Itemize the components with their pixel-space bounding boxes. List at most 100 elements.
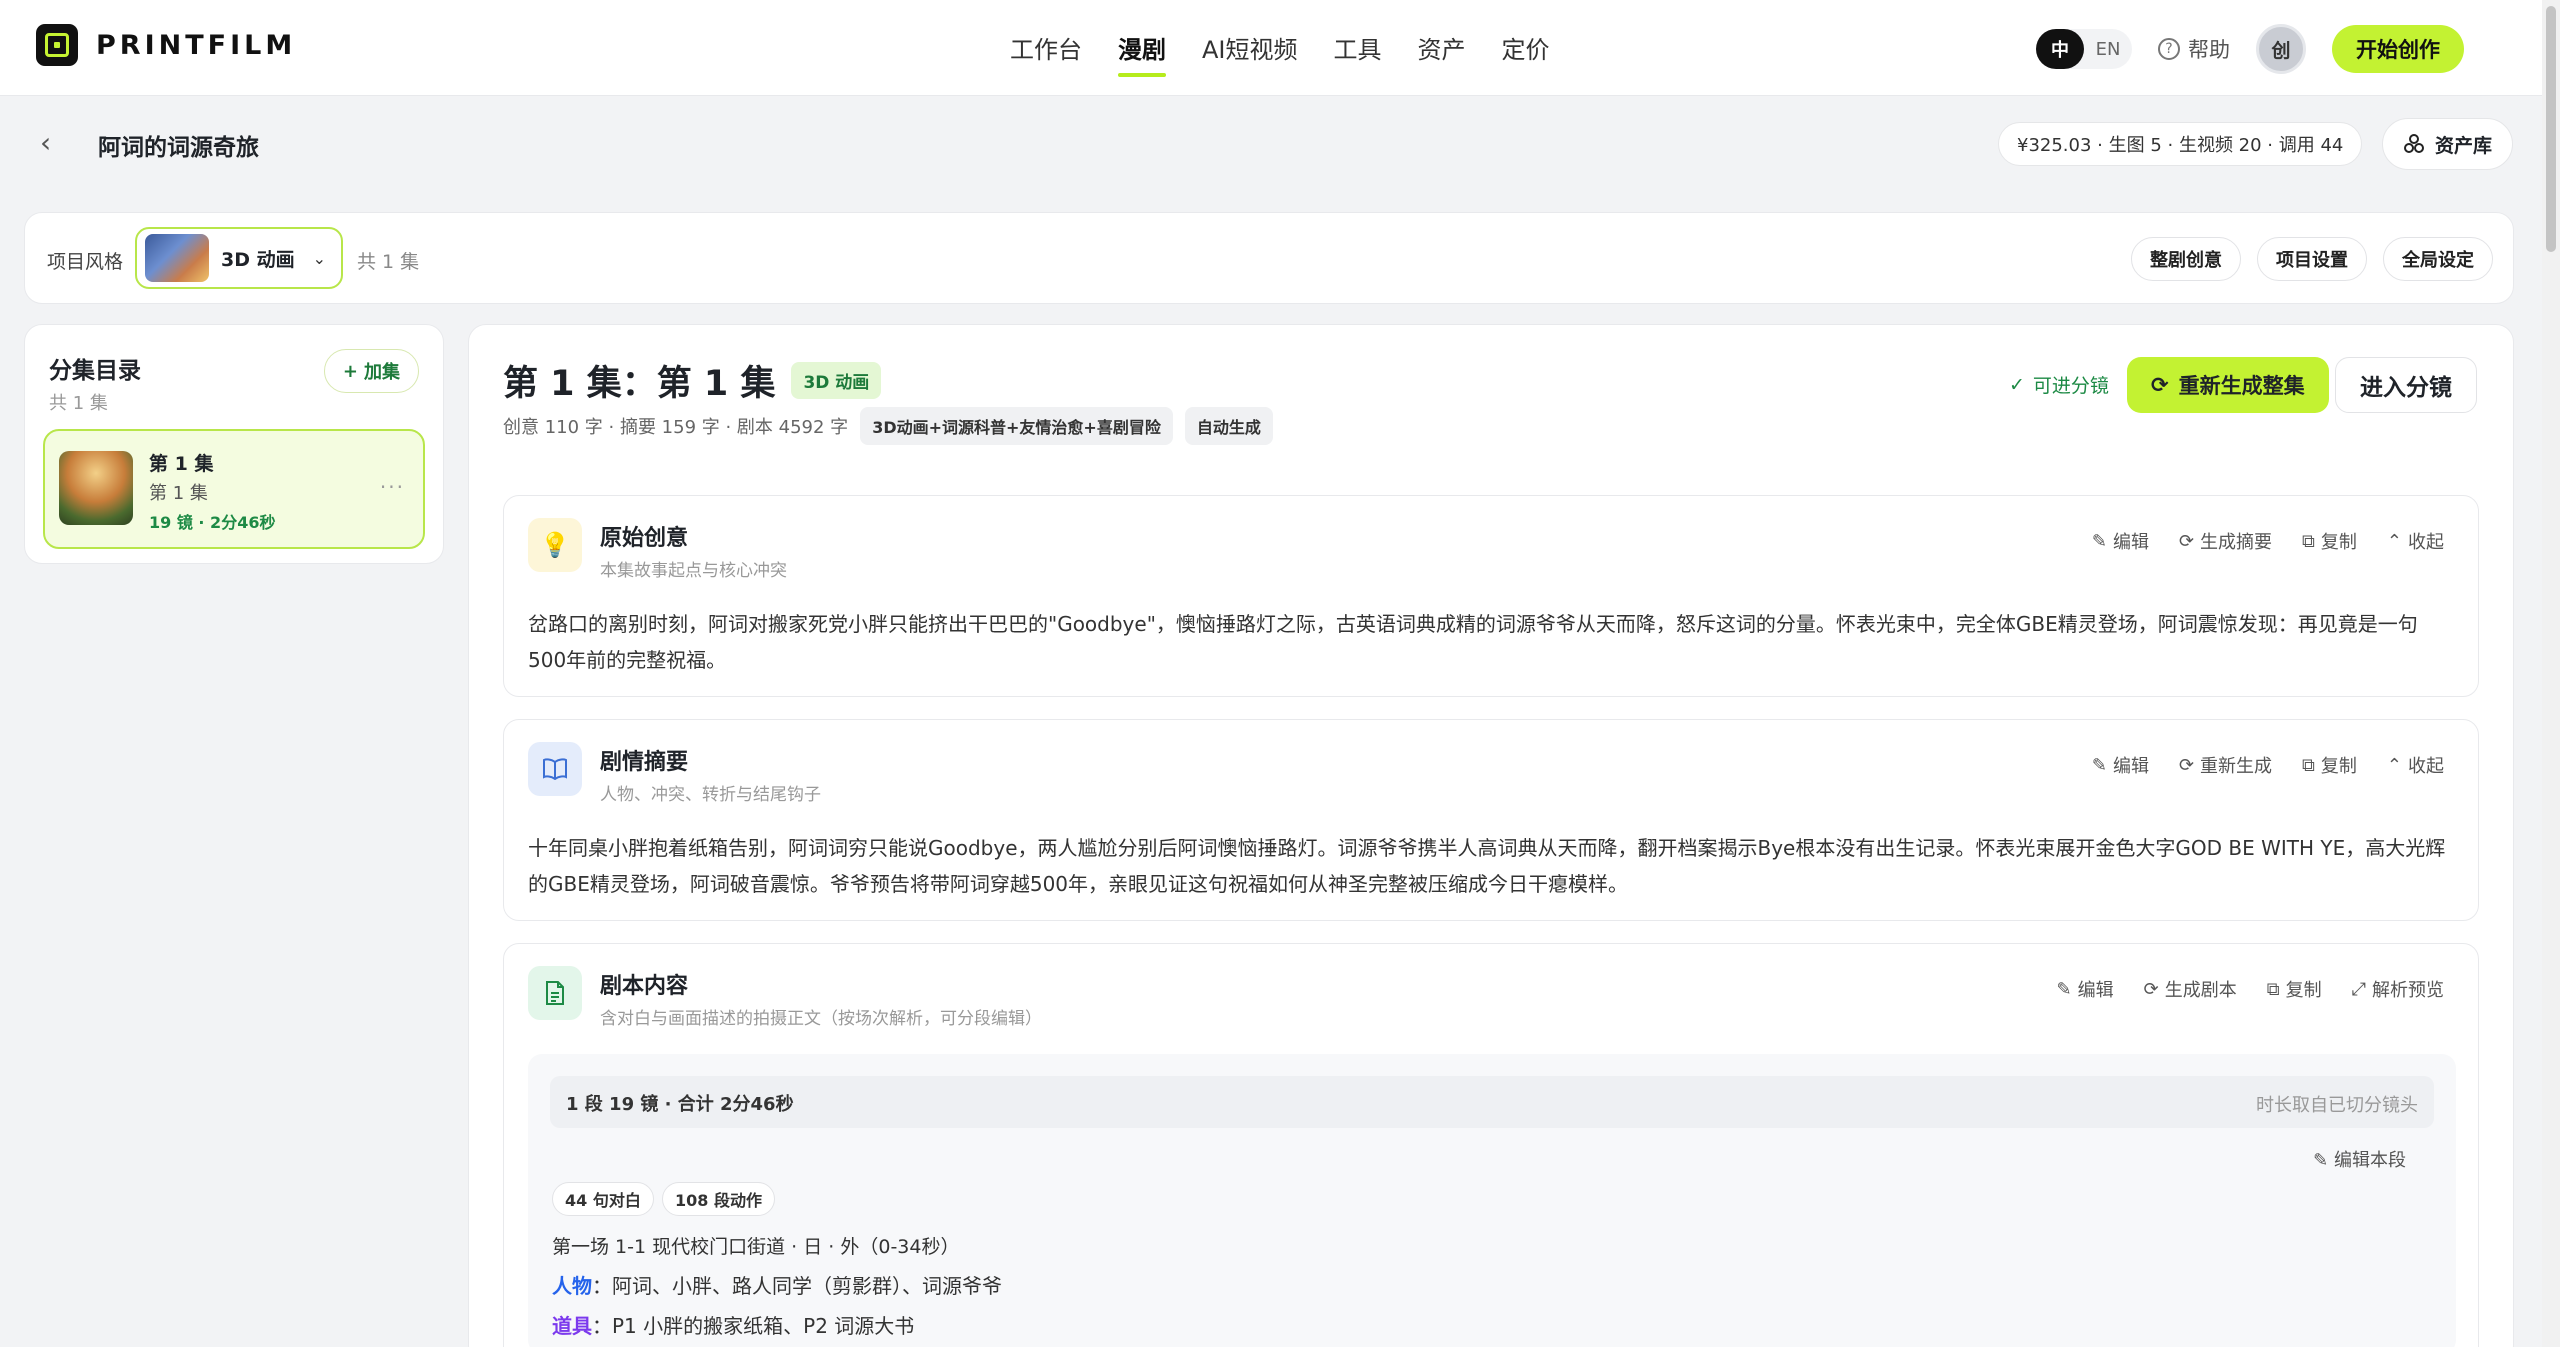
- avatar[interactable]: 创: [2256, 24, 2306, 74]
- props-value: P1 小胖的搬家纸箱、P2 词源大书: [612, 1314, 915, 1338]
- summary-text: 十年同桌小胖抱着纸箱告别，阿词词穷只能说Goodbye，两人尴尬分别后阿词懊恼捶…: [528, 836, 2446, 896]
- enter-storyboard-button[interactable]: 进入分镜: [2335, 357, 2477, 413]
- edit-button[interactable]: ✎ 编辑: [2092, 528, 2149, 554]
- asset-library-label: 资产库: [2435, 134, 2493, 157]
- refresh-icon: ⟳: [2151, 373, 2169, 397]
- add-episode-button[interactable]: + 加集: [323, 349, 419, 393]
- pencil-icon: ✎: [2091, 530, 2107, 552]
- episode-count: 共 1 集: [357, 251, 420, 273]
- lang-zh-option[interactable]: 中: [2036, 29, 2084, 69]
- original-idea-section: 💡 原始创意 本集故事起点与核心冲突 ✎ 编辑 ⟳ 生成摘要 ⧉ 复制 ⌃ 收起 岔路口…: [503, 495, 2479, 697]
- style-name: 3D 动画: [221, 248, 295, 271]
- copy-icon: ⧉: [2302, 530, 2315, 552]
- edit-label: 编辑: [2112, 532, 2149, 553]
- copy-button[interactable]: ⧉ 复制: [2267, 976, 2322, 1002]
- nav-link-tools[interactable]: 工具: [1334, 30, 1382, 65]
- style-label: 项目风格: [47, 251, 124, 273]
- help-link[interactable]: ? 帮助: [2158, 34, 2230, 64]
- episode-editor: 第 1 集：第 1 集 3D 动画 创意 110 字 · 摘要 159 字 · …: [468, 324, 2514, 1347]
- collapse-button[interactable]: ⌃ 收起: [2387, 752, 2444, 778]
- start-creating-button[interactable]: 开始创作: [2332, 25, 2464, 73]
- edit-label: 编辑: [2112, 756, 2149, 777]
- pencil-icon: ✎: [2313, 1150, 2329, 1171]
- edit-segment-button[interactable]: ✎ 编辑本段: [2313, 1146, 2406, 1172]
- episode-card[interactable]: 第 1 集 第 1 集 19 镜 · 2分46秒 ···: [43, 429, 425, 549]
- section-actions: ✎ 编辑 ⟳ 生成剧本 ⧉ 复制 ⤢ 解析预览: [2057, 976, 2444, 1002]
- generate-summary-label: 生成摘要: [2200, 532, 2273, 553]
- regenerate-button[interactable]: ⟳ 重新生成: [2179, 752, 2272, 778]
- logo-icon: [36, 24, 78, 66]
- generate-summary-button[interactable]: ⟳ 生成摘要: [2179, 528, 2272, 554]
- collapse-label: 收起: [2408, 756, 2444, 777]
- asset-library-icon: [2404, 134, 2424, 153]
- props-line: 道具：P1 小胖的搬家纸箱、P2 词源大书: [552, 1314, 915, 1338]
- refresh-icon: ⟳: [2178, 530, 2195, 552]
- episode-subtitle: 第 1 集: [149, 483, 208, 504]
- parse-preview-button[interactable]: ⤢ 解析预览: [2352, 976, 2444, 1002]
- nav-link-assets[interactable]: 资产: [1418, 30, 1466, 65]
- segment-header: 1 段 19 镜 · 合计 2分46秒 时长取自已切分镜头: [550, 1076, 2434, 1128]
- expand-icon: ⤢: [2351, 978, 2366, 1000]
- copy-label: 复制: [2285, 980, 2322, 1001]
- project-title: 阿词的词源奇旅: [98, 135, 259, 161]
- section-actions: ✎ 编辑 ⟳ 生成摘要 ⧉ 复制 ⌃ 收起: [2092, 528, 2444, 554]
- copy-label: 复制: [2320, 756, 2357, 777]
- generate-script-button[interactable]: ⟳ 生成剧本: [2144, 976, 2237, 1002]
- edit-button[interactable]: ✎ 编辑: [2057, 976, 2114, 1002]
- nav-link-comic-drama[interactable]: 漫剧: [1118, 30, 1166, 77]
- script-segment-box: 1 段 19 镜 · 合计 2分46秒 时长取自已切分镜头 ✎ 编辑本段 44 …: [528, 1054, 2456, 1347]
- global-settings-button[interactable]: 全局设定: [2383, 237, 2493, 281]
- page-scrollbar[interactable]: [2542, 0, 2560, 1347]
- edit-button[interactable]: ✎ 编辑: [2092, 752, 2149, 778]
- edit-label: 编辑: [2077, 980, 2114, 1001]
- section-subtitle: 含对白与画面描述的拍摄正文（按场次解析，可分段编辑）: [600, 1009, 1042, 1029]
- scrollbar-thumb[interactable]: [2546, 6, 2556, 252]
- plus-icon: +: [342, 360, 358, 382]
- ready-label: 可进分镜: [2032, 375, 2109, 397]
- project-header: ‹ 阿词的词源奇旅 ¥325.03 · 生图 5 · 生视频 20 · 调用 4…: [0, 96, 2542, 192]
- style-selector[interactable]: 3D 动画 ⌄: [135, 227, 343, 289]
- document-icon: [528, 966, 582, 1020]
- series-idea-button[interactable]: 整剧创意: [2131, 237, 2241, 281]
- copy-icon: ⧉: [2302, 754, 2315, 776]
- plot-summary-section: 剧情摘要 人物、冲突、转折与结尾钩子 ✎ 编辑 ⟳ 重新生成 ⧉ 复制 ⌃ 收起 十年同…: [503, 719, 2479, 921]
- copy-button[interactable]: ⧉ 复制: [2302, 528, 2357, 554]
- section-actions: ✎ 编辑 ⟳ 重新生成 ⧉ 复制 ⌃ 收起: [2092, 752, 2444, 778]
- nav-link-pricing[interactable]: 定价: [1502, 30, 1550, 65]
- project-style-bar: 项目风格 3D 动画 ⌄ 共 1 集 整剧创意 项目设置 全局设定: [24, 212, 2514, 304]
- project-settings-button[interactable]: 项目设置: [2257, 237, 2367, 281]
- collapse-button[interactable]: ⌃ 收起: [2387, 528, 2444, 554]
- section-subtitle: 人物、冲突、转折与结尾钩子: [600, 785, 821, 805]
- chevron-down-icon: ⌄: [312, 248, 327, 268]
- dialog-count-chip: 44 句对白: [552, 1182, 654, 1216]
- regenerate-episode-button[interactable]: ⟳ 重新生成整集: [2127, 357, 2329, 413]
- props-label: 道具: [552, 1314, 592, 1338]
- copy-button[interactable]: ⧉ 复制: [2302, 752, 2357, 778]
- style-tag: 3D 动画: [791, 362, 882, 399]
- segment-duration-note: 时长取自已切分镜头: [2256, 1095, 2418, 1116]
- nav-link-ai-short-video[interactable]: AI短视频: [1202, 30, 1298, 65]
- episode-stats: 创意 110 字 · 摘要 159 字 · 剧本 4592 字 3D动画+词源科…: [503, 407, 1273, 445]
- generate-script-label: 生成剧本: [2164, 980, 2237, 1001]
- more-icon[interactable]: ···: [380, 475, 405, 499]
- parse-preview-label: 解析预览: [2372, 980, 2444, 1001]
- characters-line: 人物：阿词、小胖、路人同学（剪影群）、词源爷爷: [552, 1274, 1002, 1298]
- logo-text: PRINTFILM: [96, 29, 297, 61]
- copy-icon: ⧉: [2266, 978, 2280, 1000]
- help-icon: ?: [2158, 38, 2180, 60]
- back-chevron-icon[interactable]: ‹: [40, 126, 51, 159]
- ready-status: ✓ 可进分镜: [2009, 371, 2109, 398]
- language-toggle[interactable]: 中 EN: [2036, 29, 2132, 69]
- nav-right: 中 EN ? 帮助 创 开始创作: [2036, 24, 2464, 74]
- asset-library-button[interactable]: 资产库: [2382, 118, 2514, 170]
- nav-link-workbench[interactable]: 工作台: [1010, 30, 1082, 65]
- regenerate-label: 重新生成整集: [2178, 374, 2305, 398]
- chevron-up-icon: ⌃: [2386, 530, 2402, 552]
- scene-heading: 第一场 1-1 现代校门口街道 · 日 · 外（0-34秒）: [552, 1236, 960, 1258]
- add-episode-label: 加集: [364, 362, 400, 383]
- lang-en-option[interactable]: EN: [2084, 29, 2132, 69]
- collapse-label: 收起: [2408, 532, 2444, 553]
- top-nav: PRINTFILM 工作台 漫剧 AI短视频 工具 资产 定价 中 EN ? 帮…: [0, 0, 2560, 96]
- logo[interactable]: PRINTFILM: [36, 24, 296, 66]
- chevron-up-icon: ⌃: [2386, 754, 2402, 776]
